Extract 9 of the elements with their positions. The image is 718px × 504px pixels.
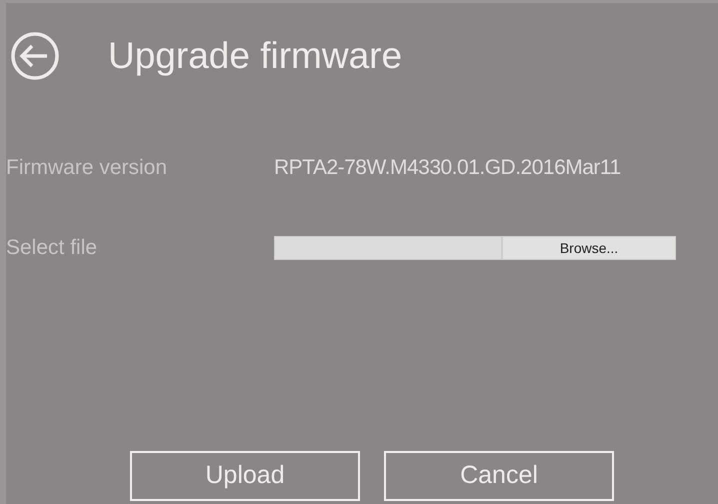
browse-button[interactable]: Browse... [502,236,676,260]
upload-button[interactable]: Upload [130,451,360,501]
back-button[interactable] [10,31,60,81]
field-label: Select file [6,235,98,262]
field-label: Firmware version [6,155,168,182]
file-path-field[interactable] [274,236,502,260]
cancel-button[interactable]: Cancel [384,451,614,501]
page-title: Upgrade firmware [108,34,402,78]
firmware-version-value: RPTA2-78W.M4330.01.GD.2016Mar11 [274,155,621,182]
